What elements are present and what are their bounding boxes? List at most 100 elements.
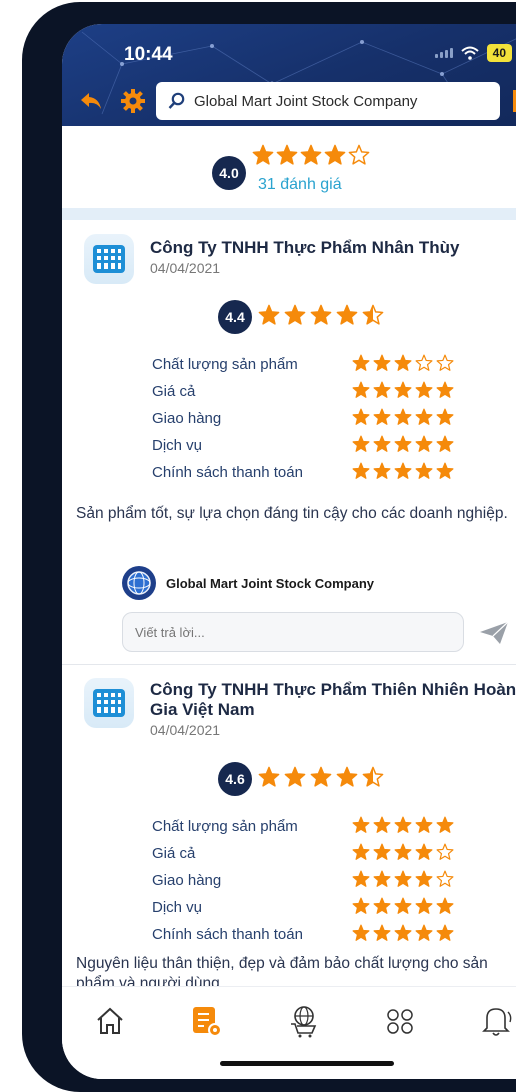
reviews-content[interactable]: 4.0 31 đánh giá Công Ty TNHH Thực Phẩm N… <box>62 126 516 986</box>
review-rating-badge: 4.6 <box>218 762 252 796</box>
star-filled-icon <box>394 843 412 860</box>
search-input[interactable] <box>192 91 486 111</box>
star-filled-icon <box>352 408 370 425</box>
tab-home[interactable] <box>90 1001 130 1041</box>
company-name[interactable]: Công Ty TNHH Thực Phẩm Nhân Thùy <box>150 238 516 258</box>
star-filled-icon <box>394 924 412 941</box>
review-rating: 4.4 <box>218 300 384 334</box>
company-avatar <box>122 566 156 600</box>
star-filled-icon <box>436 408 454 425</box>
star-rating-icons <box>258 766 384 787</box>
send-icon[interactable] <box>478 618 510 648</box>
star-filled-icon <box>352 843 370 860</box>
criteria-label: Giao hàng <box>152 410 222 427</box>
review-rating: 4.6 <box>218 762 384 796</box>
star-filled-icon <box>373 462 391 479</box>
back-arrow-icon[interactable] <box>78 88 104 114</box>
star-filled-icon <box>352 816 370 833</box>
overall-stars <box>252 144 370 171</box>
star-rating-icons <box>352 354 454 371</box>
criteria-row: Chất lượng sản phẩm <box>152 816 482 843</box>
criteria-row: Giao hàng <box>152 408 482 435</box>
star-filled-icon <box>415 870 433 887</box>
review-stars <box>258 304 384 331</box>
star-rating-icons <box>252 144 370 165</box>
star-filled-icon <box>310 766 332 787</box>
battery-indicator: 40 <box>486 44 512 62</box>
criteria-stars <box>352 924 454 946</box>
criteria-label: Chất lượng sản phẩm <box>152 356 298 373</box>
status-icons: 40 <box>434 44 512 62</box>
tab-community[interactable] <box>380 1001 420 1041</box>
star-filled-icon <box>336 304 358 325</box>
company-name[interactable]: Công Ty TNHH Thực Phẩm Thiên Nhiên Hoàng… <box>150 680 516 720</box>
star-filled-icon <box>436 381 454 398</box>
star-rating-icons <box>258 304 384 325</box>
star-empty-icon <box>436 843 454 860</box>
review-card: Công Ty TNHH Thực Phẩm Thiên Nhiên Hoàng… <box>62 664 516 986</box>
building-icon <box>93 689 125 717</box>
rating-summary: 4.0 31 đánh giá <box>62 126 516 208</box>
tab-management[interactable] <box>186 1001 226 1041</box>
search-box[interactable] <box>156 82 500 120</box>
star-filled-icon <box>324 144 346 165</box>
gear-icon[interactable] <box>120 88 146 114</box>
criteria-row: Dịch vụ <box>152 897 482 924</box>
criteria-row: Chính sách thanh toán <box>152 462 482 489</box>
criteria-stars <box>352 354 454 376</box>
star-filled-icon <box>252 144 274 165</box>
star-filled-icon <box>284 304 306 325</box>
reply-input[interactable] <box>122 612 464 652</box>
star-filled-icon <box>300 144 322 165</box>
star-filled-icon <box>352 354 370 371</box>
criteria-row: Giá cả <box>152 843 482 870</box>
star-rating-icons <box>352 408 454 425</box>
star-half-icon <box>362 766 384 787</box>
review-rating-badge: 4.4 <box>218 300 252 334</box>
star-filled-icon <box>373 870 391 887</box>
star-empty-icon <box>436 870 454 887</box>
star-filled-icon <box>352 897 370 914</box>
star-filled-icon <box>415 897 433 914</box>
star-filled-icon <box>373 435 391 452</box>
home-icon <box>97 1007 123 1034</box>
star-filled-icon <box>394 897 412 914</box>
star-filled-icon <box>415 843 433 860</box>
criteria-label: Chất lượng sản phẩm <box>152 818 298 835</box>
star-rating-icons <box>352 816 454 833</box>
screen: 10:44 40 Global Mart Joint Stock Company… <box>62 24 516 1079</box>
star-filled-icon <box>258 766 280 787</box>
star-filled-icon <box>394 870 412 887</box>
star-rating-icons <box>352 843 454 860</box>
criteria-stars <box>352 462 454 484</box>
criteria-label: Giá cả <box>152 845 196 862</box>
review-date: 04/04/2021 <box>150 722 221 738</box>
star-rating-icons <box>352 870 454 887</box>
review-count-link[interactable]: 31 đánh giá <box>258 176 342 194</box>
star-rating-icons <box>352 462 454 479</box>
tab-notifications[interactable] <box>476 1001 516 1041</box>
search-icon <box>168 92 185 109</box>
star-filled-icon <box>415 816 433 833</box>
tab-global-market[interactable] <box>284 1001 324 1041</box>
phone-frame: 10:44 40 Global Mart Joint Stock Company… <box>22 2 516 1092</box>
star-filled-icon <box>436 924 454 941</box>
section-divider <box>62 208 516 220</box>
criteria-stars <box>352 381 454 403</box>
criteria-row: Giá cả <box>152 381 482 408</box>
star-filled-icon <box>373 381 391 398</box>
star-filled-icon <box>394 435 412 452</box>
building-icon <box>93 245 125 273</box>
category-tree-icon[interactable] <box>512 86 516 116</box>
status-time: 10:44 <box>124 44 173 65</box>
star-half-icon <box>362 304 384 325</box>
global-cart-icon <box>291 1006 317 1038</box>
wifi-icon <box>460 46 479 60</box>
criteria-label: Dịch vụ <box>152 437 203 454</box>
star-empty-icon <box>348 144 370 165</box>
criteria-stars <box>352 843 454 865</box>
star-filled-icon <box>436 435 454 452</box>
users-group-icon <box>387 1009 413 1034</box>
review-date: 04/04/2021 <box>150 260 221 276</box>
criteria-row: Dịch vụ <box>152 435 482 462</box>
